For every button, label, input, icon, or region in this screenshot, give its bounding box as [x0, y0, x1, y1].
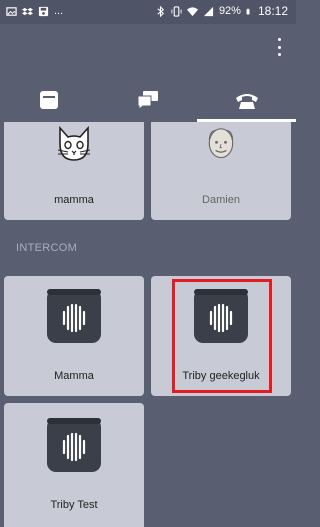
contact-label: mamma — [54, 194, 94, 206]
wifi-icon — [186, 6, 198, 16]
contact-label: Damien — [202, 194, 240, 206]
phone-icon — [235, 94, 258, 109]
intercom-card-triby-test[interactable]: Triby Test — [4, 403, 144, 527]
device-icon — [40, 91, 59, 109]
cat-avatar-icon — [57, 125, 91, 161]
triby-speaker-icon — [47, 418, 101, 472]
triby-speaker-icon — [47, 289, 101, 343]
contact-card-mamma[interactable]: mamma — [4, 122, 144, 220]
dropbox-icon — [22, 7, 33, 15]
clock: 18:12 — [257, 4, 288, 18]
signal-icon — [203, 6, 214, 16]
contact-card-damien[interactable]: Damien — [151, 122, 291, 220]
intercom-card-mamma[interactable]: Mamma — [4, 276, 144, 396]
tab-calls[interactable] — [197, 78, 296, 122]
man-avatar-icon — [208, 128, 234, 159]
battery-icon — [246, 8, 250, 14]
battery-percent: 92% — [218, 5, 241, 17]
section-header-intercom: INTERCOM — [16, 242, 78, 254]
tab-devices[interactable] — [0, 78, 99, 122]
intercom-label: Triby Test — [50, 499, 98, 511]
status-bar: ... 92% 18:12 — [0, 0, 296, 24]
tab-bar — [0, 78, 296, 122]
overflow-menu-icon[interactable] — [276, 38, 282, 56]
chat-bubbles-icon — [137, 91, 158, 110]
vibrate-icon — [171, 5, 182, 17]
more-notifications-icon: ... — [54, 5, 64, 17]
highlight-box — [172, 279, 272, 393]
image-icon — [6, 6, 17, 16]
save-icon — [38, 6, 49, 16]
contacts-list[interactable]: mamma Damien INTERCOM Mamma Triby geekeg… — [0, 122, 296, 527]
intercom-label: Mamma — [54, 370, 94, 382]
bluetooth-icon — [157, 5, 165, 17]
tab-messages[interactable] — [99, 78, 198, 122]
